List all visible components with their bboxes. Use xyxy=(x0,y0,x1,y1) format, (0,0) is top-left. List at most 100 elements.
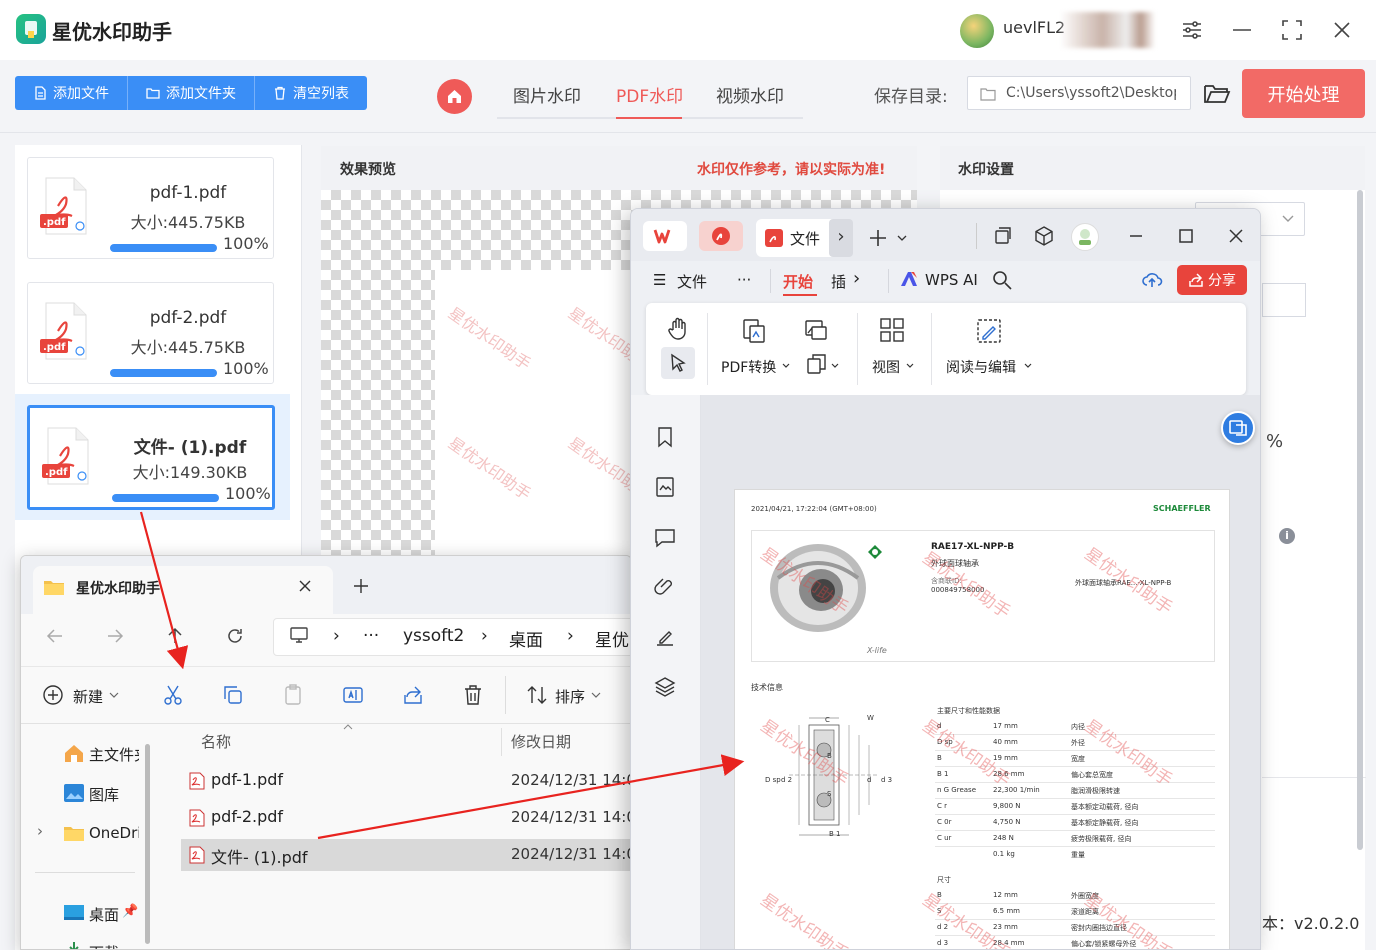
add-file-button[interactable]: 添加文件 xyxy=(15,76,128,110)
view-label[interactable]: 视图 xyxy=(872,357,900,377)
up-arrow-icon[interactable] xyxy=(165,626,185,646)
table-row[interactable]: pdf-2.pdf 2024/12/31 14:0 xyxy=(181,802,631,834)
close-icon[interactable] xyxy=(1227,227,1245,245)
wps-pdf-app-tab[interactable] xyxy=(699,221,743,251)
back-arrow-icon[interactable] xyxy=(45,626,65,646)
sidebar-scrollbar[interactable] xyxy=(145,744,150,944)
breadcrumb-yssoft2[interactable]: yssoft2 xyxy=(403,626,464,646)
file-explorer-window: 星优水印助手 › ··· yssoft2 › 桌面 › 星优 新建 排序 主文件… xyxy=(20,555,632,950)
column-header-name[interactable]: 名称 xyxy=(201,731,231,752)
pdf-convert-label[interactable]: PDF转换 xyxy=(721,357,776,377)
floating-tool-button[interactable] xyxy=(1221,411,1255,445)
command-separator xyxy=(505,676,506,714)
home-button[interactable] xyxy=(437,79,472,114)
attachment-icon[interactable] xyxy=(653,575,677,599)
bookmark-icon[interactable] xyxy=(653,425,677,449)
comment-icon[interactable] xyxy=(653,525,677,549)
settings-sliders-icon[interactable] xyxy=(1180,18,1204,42)
column-header-modified[interactable]: 修改日期 xyxy=(511,731,571,752)
close-tab-icon[interactable] xyxy=(298,579,312,593)
file-card[interactable]: .pdf pdf-2.pdf 大小:445.75KB 100% xyxy=(27,282,274,384)
wps-home-tab[interactable] xyxy=(643,221,687,251)
sort-button-label[interactable]: 排序 xyxy=(555,686,585,707)
signature-icon[interactable] xyxy=(653,625,677,649)
new-button-label[interactable]: 新建 xyxy=(73,686,103,707)
svg-text:.pdf: .pdf xyxy=(43,217,66,228)
user-avatar[interactable] xyxy=(960,14,994,48)
clear-list-button[interactable]: 清空列表 xyxy=(255,76,367,110)
spec-row: d 17 mm 内径 xyxy=(935,719,1215,735)
share-button[interactable]: 分享 xyxy=(1177,265,1247,295)
wps-user-avatar[interactable] xyxy=(1071,223,1099,251)
cube-icon[interactable] xyxy=(1033,225,1055,247)
sidebar-item-desktop[interactable]: 桌面 xyxy=(89,904,119,925)
pdf-convert-icon[interactable] xyxy=(740,317,768,345)
folder-icon xyxy=(44,581,64,595)
dim-row: B 12 mm 外圈宽度 xyxy=(935,888,1215,904)
save-dir-label: 保存目录: xyxy=(874,87,948,107)
breadcrumb-desktop[interactable]: 桌面 xyxy=(509,626,543,651)
read-edit-label[interactable]: 阅读与编辑 xyxy=(946,357,1016,377)
view-grid-icon[interactable] xyxy=(879,317,905,343)
menu-wps-ai[interactable]: WPS AI xyxy=(925,271,978,289)
settings-scrollbar[interactable] xyxy=(1357,190,1363,850)
tab-scroll-right-icon[interactable]: › xyxy=(829,219,853,257)
copy-icon[interactable] xyxy=(221,683,245,707)
menu-more[interactable]: ··· xyxy=(737,271,751,289)
browse-folder-icon[interactable] xyxy=(1203,80,1231,108)
chevron-down-icon xyxy=(591,692,601,698)
expand-chevron-icon[interactable]: › xyxy=(37,822,43,840)
menu-scroll-right-icon[interactable]: › xyxy=(853,268,860,289)
tab-pdf-watermark[interactable]: PDF水印 xyxy=(616,82,683,107)
breadcrumb-ellipsis[interactable]: ··· xyxy=(363,626,379,646)
sidebar-item-home[interactable]: 主文件夹 xyxy=(89,744,139,765)
file-card[interactable]: .pdf pdf-1.pdf 大小:445.75KB 100% xyxy=(27,157,274,259)
start-processing-button[interactable]: 开始处理 xyxy=(1242,69,1365,118)
close-icon[interactable] xyxy=(1330,18,1354,42)
sidebar-item-onedrive[interactable]: OneDrive xyxy=(89,824,139,842)
copy-pages-icon[interactable] xyxy=(806,353,828,375)
tab-video-watermark[interactable]: 视频水印 xyxy=(716,82,784,107)
cloud-upload-icon[interactable] xyxy=(1141,268,1163,290)
xlife-badge-icon xyxy=(868,545,882,559)
forward-arrow-icon[interactable] xyxy=(105,626,125,646)
minimize-icon[interactable] xyxy=(1230,18,1254,42)
maximize-icon[interactable] xyxy=(1177,227,1195,245)
chevron-down-icon xyxy=(1282,215,1294,222)
read-edit-icon[interactable] xyxy=(975,317,1003,345)
new-tab-icon[interactable] xyxy=(353,578,369,594)
minimize-icon[interactable] xyxy=(1127,227,1145,245)
menu-start[interactable]: 开始 xyxy=(783,271,813,292)
breadcrumb-folder[interactable]: 星优 xyxy=(595,626,629,651)
table-row-selected[interactable]: 文件- (1).pdf 2024/12/31 14:0 xyxy=(181,839,631,871)
share-icon[interactable] xyxy=(401,683,425,707)
tab-image-watermark[interactable]: 图片水印 xyxy=(513,82,581,107)
hamburger-icon[interactable]: ☰ xyxy=(653,271,666,289)
info-icon[interactable]: i xyxy=(1279,528,1295,544)
window-layout-icon[interactable] xyxy=(993,226,1013,246)
paste-icon[interactable] xyxy=(281,683,305,707)
new-tab-icon[interactable] xyxy=(868,228,888,248)
menu-insert[interactable]: 插 xyxy=(831,271,846,292)
search-icon[interactable] xyxy=(991,269,1013,291)
cut-icon[interactable] xyxy=(161,683,185,707)
layers-icon[interactable] xyxy=(653,675,677,699)
pdf-file-icon: .pdf xyxy=(40,177,87,235)
select-tool-button[interactable] xyxy=(661,347,695,379)
file-card-selected[interactable]: .pdf 文件- (1).pdf 大小:149.30KB 100% xyxy=(27,405,275,510)
settings-input[interactable] xyxy=(1262,283,1306,317)
sidebar-item-downloads[interactable]: 下载 xyxy=(89,942,119,949)
add-folder-button[interactable]: 添加文件夹 xyxy=(128,76,255,110)
table-row[interactable]: pdf-1.pdf 2024/12/31 14:0 xyxy=(181,765,631,797)
sidebar-item-gallery[interactable]: 图库 xyxy=(89,784,119,805)
maximize-icon[interactable] xyxy=(1280,18,1304,42)
sort-icon[interactable] xyxy=(525,683,549,707)
delete-icon[interactable] xyxy=(461,683,485,707)
refresh-icon[interactable] xyxy=(225,626,245,646)
thumbnail-icon[interactable] xyxy=(653,475,677,499)
menu-file[interactable]: 文件 xyxy=(677,271,707,292)
rename-icon[interactable] xyxy=(341,683,365,707)
hand-tool-icon[interactable] xyxy=(667,317,689,341)
new-plus-icon[interactable] xyxy=(41,683,65,707)
image-convert-icon[interactable] xyxy=(804,319,828,341)
